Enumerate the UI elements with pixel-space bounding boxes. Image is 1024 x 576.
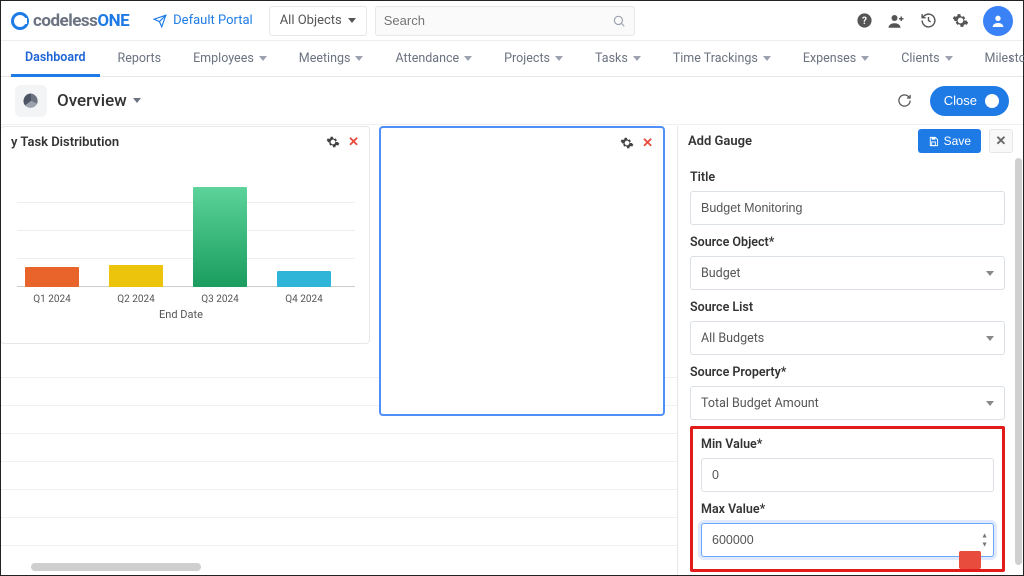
close-label: Close	[944, 93, 977, 108]
tab-dashboard[interactable]: Dashboard	[11, 41, 100, 77]
save-button[interactable]: Save	[918, 129, 981, 153]
bar-q1-2024	[25, 267, 79, 287]
toggle-knob	[985, 94, 999, 108]
h-scrollbar[interactable]	[31, 563, 201, 571]
tab-meetings[interactable]: Meetings	[285, 41, 378, 77]
close-button[interactable]: Close	[930, 86, 1009, 116]
title-field[interactable]	[690, 191, 1005, 225]
config-panel: Add Gauge Save ✕ Title Source Object* Bu…	[677, 126, 1023, 575]
bar-q2-2024	[109, 265, 163, 287]
help-icon[interactable]: ?	[855, 12, 873, 30]
brand-logo: codelessONE	[11, 11, 129, 31]
source-object-select[interactable]: Budget	[690, 256, 1005, 290]
label-max-value: Max Value*	[701, 502, 994, 517]
nav-scroll-right[interactable]: ›	[1003, 51, 1019, 66]
tab-employees[interactable]: Employees	[179, 41, 281, 77]
chevron-down-icon	[348, 18, 356, 23]
chevron-down-icon	[986, 271, 994, 276]
page-bar: Overview Close	[1, 77, 1023, 125]
tab-reports[interactable]: Reports	[104, 41, 176, 77]
chevron-down-icon	[133, 98, 141, 103]
max-value-field[interactable]	[701, 523, 994, 557]
bar-q4-2024	[277, 271, 331, 287]
workspace: y Task Distribution ✕ End Date Q1 2024 Q2…	[1, 126, 1023, 575]
avatar[interactable]	[983, 6, 1013, 36]
chevron-down-icon	[633, 56, 641, 61]
pie-icon	[15, 85, 47, 117]
save-label: Save	[944, 134, 971, 148]
brand-text-2: ONE	[97, 11, 129, 31]
x-tick: Q2 2024	[96, 294, 176, 305]
gear-icon[interactable]	[951, 12, 969, 30]
label-source-property: Source Property*	[690, 365, 1005, 380]
remove-icon[interactable]: ✕	[348, 135, 359, 150]
chevron-down-icon	[464, 56, 472, 61]
history-icon[interactable]	[919, 12, 937, 30]
tab-clients[interactable]: Clients	[887, 41, 966, 77]
chevron-down-icon	[986, 401, 994, 406]
gear-icon[interactable]	[620, 136, 634, 151]
x-tick: Q1 2024	[12, 294, 92, 305]
label-source-object: Source Object*	[690, 235, 1005, 250]
add-user-icon[interactable]	[887, 12, 905, 30]
tab-time-trackings[interactable]: Time Trackings	[659, 41, 785, 77]
label-min-value: Min Value*	[701, 437, 994, 452]
send-icon	[153, 14, 167, 28]
source-property-select[interactable]: Total Budget Amount	[690, 386, 1005, 420]
portal-name: Default Portal	[173, 13, 253, 28]
nav-tabs: DashboardReportsEmployeesMeetingsAttenda…	[1, 41, 1023, 77]
bar-q3-2024	[193, 187, 247, 287]
object-filter[interactable]: All Objects	[269, 6, 367, 36]
svg-text:?: ?	[862, 16, 867, 27]
x-axis-title: End Date	[7, 308, 355, 321]
tab-tasks[interactable]: Tasks	[581, 41, 655, 77]
range-color-swatch[interactable]	[959, 551, 981, 569]
remove-icon[interactable]: ✕	[642, 136, 653, 151]
search-input[interactable]	[384, 13, 612, 28]
search-box[interactable]	[375, 6, 635, 36]
chevron-down-icon	[986, 336, 994, 341]
page-title-text: Overview	[57, 91, 127, 111]
widget-title: y Task Distribution	[11, 135, 119, 150]
gear-icon[interactable]	[326, 135, 340, 150]
object-filter-label: All Objects	[280, 13, 342, 28]
portal-selector[interactable]: Default Portal	[153, 13, 253, 28]
widget-new-gauge[interactable]: ✕	[379, 126, 665, 416]
label-source-list: Source List	[690, 300, 1005, 315]
chevron-down-icon	[259, 56, 267, 61]
x-tick: Q3 2024	[180, 294, 260, 305]
search-icon	[612, 14, 626, 28]
close-icon[interactable]: ✕	[989, 129, 1013, 153]
dashboard-canvas[interactable]: y Task Distribution ✕ End Date Q1 2024 Q2…	[1, 126, 677, 575]
tab-projects[interactable]: Projects	[490, 41, 577, 77]
x-tick: Q4 2024	[264, 294, 344, 305]
chevron-down-icon	[861, 56, 869, 61]
chevron-down-icon	[945, 56, 953, 61]
source-list-select[interactable]: All Budgets	[690, 321, 1005, 355]
save-icon	[928, 136, 939, 147]
label-title: Title	[690, 170, 1005, 185]
chevron-down-icon	[355, 56, 363, 61]
chevron-down-icon	[555, 56, 563, 61]
brand-text-1: codeless	[33, 11, 97, 31]
widget-task-distribution[interactable]: y Task Distribution ✕ End Date Q1 2024 Q2…	[1, 126, 370, 344]
brand-icon	[11, 12, 29, 30]
number-stepper[interactable]: ▲▼	[981, 532, 988, 549]
topbar-actions: ?	[855, 6, 1013, 36]
refresh-button[interactable]	[890, 86, 920, 116]
page-title[interactable]: Overview	[57, 91, 141, 111]
tab-expenses[interactable]: Expenses	[789, 41, 883, 77]
min-value-field[interactable]	[701, 458, 994, 492]
top-bar: codelessONE Default Portal All Objects ?	[1, 1, 1023, 41]
tab-attendance[interactable]: Attendance	[381, 41, 486, 77]
value-range-highlight: Min Value* Max Value* ▲▼	[690, 426, 1005, 572]
bar-chart: End Date Q1 2024Q2 2024Q3 2024Q4 2024	[7, 157, 355, 317]
panel-title: Add Gauge	[688, 134, 752, 149]
chevron-down-icon	[763, 56, 771, 61]
